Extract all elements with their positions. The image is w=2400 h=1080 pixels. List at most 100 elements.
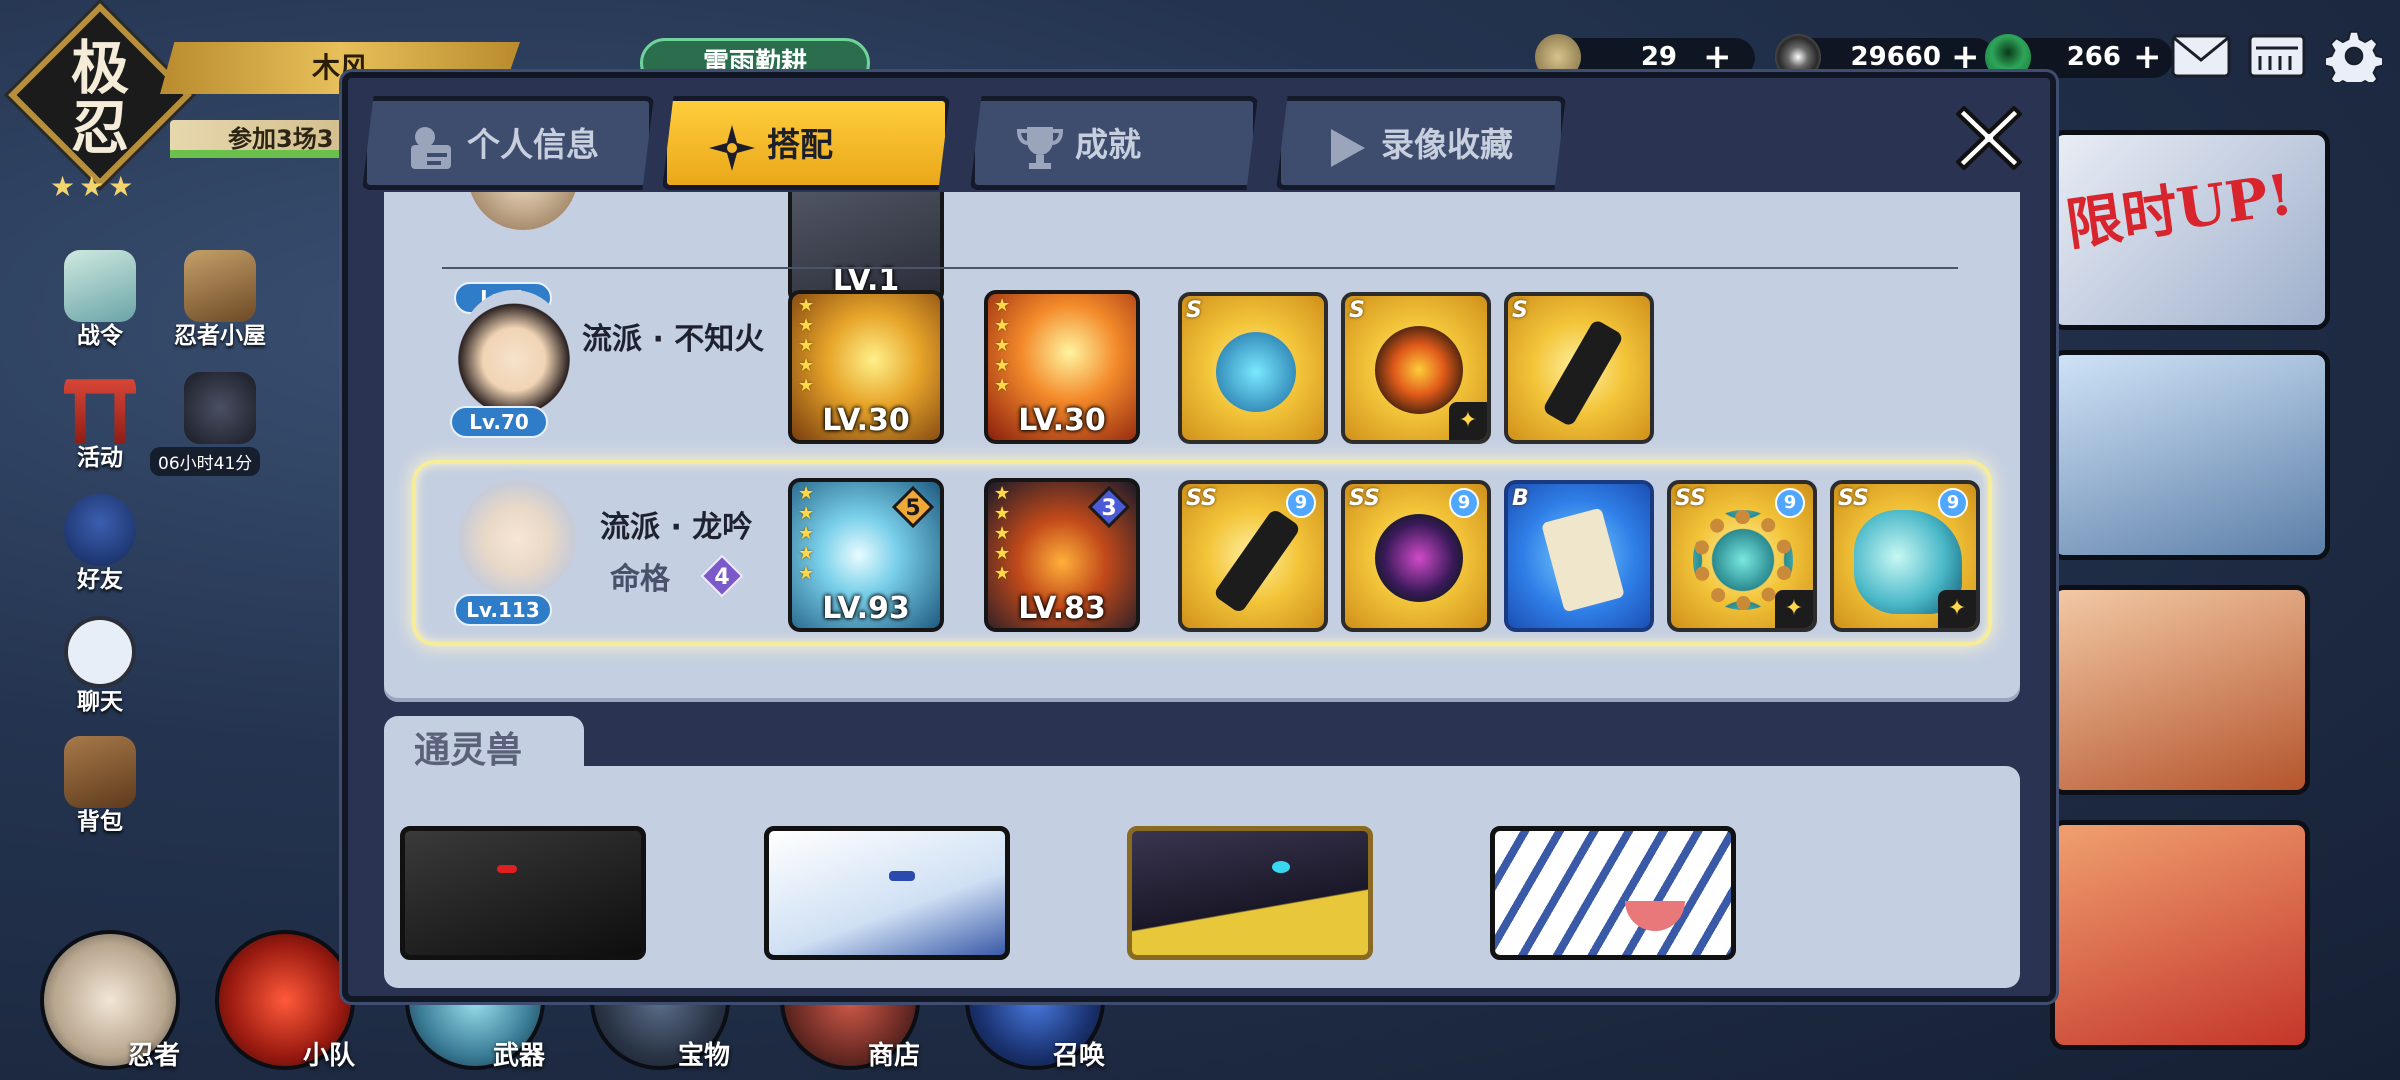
weapon-card[interactable]: LV.1 [788, 192, 944, 304]
nav-label: 召唤 [1052, 1041, 1105, 1071]
emblem-glyph-1: 极 [70, 34, 129, 102]
item-level-bubble: 9 [1449, 488, 1479, 518]
side-timer: 06小时41分 [150, 447, 261, 476]
tab-label: 成就 [1075, 125, 1141, 164]
destiny-badge-icon: 4 [700, 554, 744, 598]
nav-label: 忍者 [127, 1041, 180, 1071]
treasure-card[interactable]: S ✦ [1341, 292, 1491, 444]
side-item-chat[interactable]: 聊天 [45, 616, 155, 716]
weapon-level: LV.30 [1018, 403, 1106, 438]
tab-replay-collection[interactable]: 录像收藏 [1276, 96, 1566, 190]
pass-icon [64, 250, 136, 322]
weapon-card[interactable]: ★ ★ ★ ★ ★ 3 LV.83 [984, 478, 1140, 632]
treasure-card[interactable]: S [1178, 292, 1328, 444]
ninja-friend-icon [64, 494, 136, 566]
side-item-event-dragon[interactable] [165, 372, 275, 444]
weapon-card[interactable]: ★ ★ ★ ★ ★ LV.30 [788, 290, 944, 444]
dragon-icon [184, 372, 256, 444]
treasure-art [1375, 326, 1463, 414]
scroll-art [1212, 507, 1302, 615]
weapon-card[interactable]: ★ ★ ★ ★ ★ 5 LV.93 [788, 478, 944, 632]
orb-art [1375, 514, 1463, 602]
side-item-label: 忍者小屋 [174, 323, 266, 349]
scroll-art [1541, 318, 1625, 428]
equipped-tag: ✦ [1938, 590, 1976, 628]
item-grade: SS [1838, 486, 1869, 511]
beast-card-dark-raven[interactable] [1127, 826, 1373, 960]
beast-card-white-eagle[interactable] [764, 826, 1010, 960]
banner-dragon[interactable] [2050, 350, 2330, 560]
weapon-level: LV.93 [822, 591, 910, 626]
nav-label: 小队 [302, 1041, 355, 1071]
equipped-tag: ✦ [1775, 590, 1813, 628]
tab-label: 搭配 [767, 125, 833, 164]
item-grade: S [1186, 298, 1202, 323]
nav-label: 宝物 [677, 1041, 730, 1071]
emblem-glyph-2: 忍 [70, 94, 129, 162]
treasure-card[interactable]: SS 9 [1178, 480, 1328, 632]
mail-icon[interactable] [2170, 30, 2232, 82]
item-grade: SS [1675, 486, 1706, 511]
weapon-rank-badge: 3 [1088, 486, 1130, 528]
treasure-art [1216, 332, 1296, 412]
ninja-avatar-shiranui [458, 290, 570, 416]
weapon-level: LV.30 [822, 403, 910, 438]
ninja-avatar [468, 192, 578, 230]
tab-profile-info[interactable]: 个人信息 [362, 96, 654, 190]
nav-label: 武器 [492, 1041, 545, 1071]
side-item-label: 好友 [77, 567, 123, 593]
treasure-card[interactable]: SS 9 ✦ [1830, 480, 1980, 632]
banner-temple[interactable] [2050, 585, 2310, 795]
item-level-bubble: 9 [1775, 488, 1805, 518]
settings-gear-icon[interactable] [2326, 30, 2382, 82]
beast-card-black-dragon[interactable] [400, 826, 646, 960]
profile-modal: 个人信息 搭配 成就 录像收藏 LV.1 Lv.70 流派 · 不知火 ★ ★ … [342, 72, 2056, 1002]
trophy-icon [1016, 127, 1064, 169]
weapon-rank: 3 [1101, 496, 1116, 521]
item-grade: SS [1349, 486, 1380, 511]
weapon-card[interactable]: ★ ★ ★ ★ ★ LV.30 [984, 290, 1140, 444]
quest-progress-bar [170, 150, 340, 158]
paper-scroll-art [1541, 507, 1625, 613]
side-item-activity[interactable]: 活动 [45, 372, 155, 472]
item-grade: S [1349, 298, 1365, 323]
side-item-label: 聊天 [77, 689, 123, 715]
item-grade: B [1512, 486, 1529, 511]
beast-eye [1272, 861, 1290, 873]
beast-eye [889, 871, 915, 881]
side-item-label: 活动 [77, 445, 123, 471]
tab-loadout[interactable]: 搭配 [662, 96, 950, 190]
loadout-panel[interactable]: Lv.1 LV.1 Lv.70 流派 · 不知火 ★★★★★ LV.30 ★★★… [384, 192, 2020, 702]
row-divider [442, 267, 1958, 269]
treasure-card[interactable]: SS 9 [1341, 480, 1491, 632]
beasts-panel [384, 766, 2020, 988]
close-icon[interactable] [1950, 98, 2028, 176]
nav-label: 商店 [867, 1041, 920, 1071]
treasure-card[interactable]: S [1504, 292, 1654, 444]
equipped-tag: ✦ [1449, 402, 1487, 440]
add-jade-button[interactable]: + [2133, 34, 2162, 80]
side-item-friends[interactable]: 好友 [45, 494, 155, 594]
tab-achievements[interactable]: 成就 [970, 96, 1258, 190]
announcement-icon[interactable] [2246, 30, 2308, 82]
game-emblem: 极忍 ★★★ [8, 3, 192, 203]
tab-label: 录像收藏 [1381, 125, 1513, 164]
nav-ninja[interactable]: 忍者 [20, 930, 190, 1080]
nav-squad[interactable]: 小队 [195, 930, 365, 1080]
profile-card-icon [411, 127, 451, 169]
item-grade: SS [1186, 486, 1217, 511]
side-item-label: 战令 [77, 323, 123, 349]
backpack-icon [64, 736, 136, 808]
treasure-card[interactable]: SS 9 ✦ [1667, 480, 1817, 632]
destiny-label: 命格 [610, 562, 670, 597]
banner-torii[interactable] [2050, 820, 2310, 1050]
beast-eye [497, 865, 517, 873]
house-icon [184, 250, 256, 322]
side-item-ninja-house[interactable]: 忍者小屋 [165, 250, 275, 350]
side-item-pass[interactable]: 战令 [45, 250, 155, 350]
item-level-bubble: 9 [1938, 488, 1968, 518]
beast-card-white-tiger[interactable] [1490, 826, 1736, 960]
treasure-card[interactable]: B [1504, 480, 1654, 632]
tab-label: 个人信息 [467, 125, 599, 164]
side-item-bag[interactable]: 背包 [45, 736, 155, 836]
